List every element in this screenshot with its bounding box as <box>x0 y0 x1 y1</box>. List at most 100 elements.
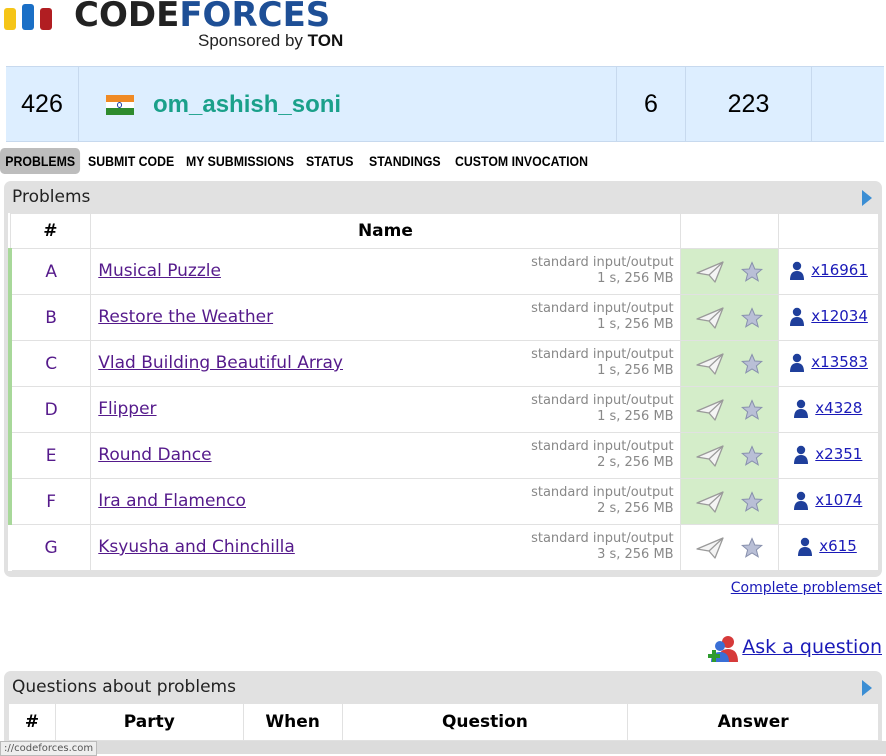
menu-custom-invocation[interactable]: CUSTOM INVOCATION <box>455 148 588 174</box>
problem-io-text: standard input/output <box>531 301 674 316</box>
rank-cell: 426 <box>6 67 79 141</box>
problem-name-cell: Ira and Flamenco standard input/output 2 s… <box>90 478 681 525</box>
problem-name-link[interactable]: Ksyusha and Chinchilla <box>98 537 295 557</box>
problem-name-cell: Restore the Weather standard input/output… <box>90 294 681 341</box>
problem-limits-text: 1 s, 256 MB <box>597 409 674 424</box>
problem-actions-cell <box>679 294 780 341</box>
ask-question-icon[interactable] <box>708 634 740 664</box>
problem-row: E Round Dance standard input/output 2 s, 25… <box>9 432 879 479</box>
questions-panel-title: Questions about problems <box>12 677 236 697</box>
submit-send-icon[interactable] <box>695 353 724 375</box>
problem-solved-cell: x1074 <box>778 478 879 525</box>
problem-limits-text: 1 s, 256 MB <box>597 363 674 378</box>
problem-index-link[interactable]: A <box>45 262 57 282</box>
problem-index-link[interactable]: C <box>45 354 57 374</box>
problem-io-text: standard input/output <box>531 531 674 546</box>
submit-send-icon[interactable] <box>695 537 724 559</box>
problem-row: F Ira and Flamenco standard input/output 2 … <box>9 478 879 525</box>
submit-send-icon[interactable] <box>695 399 724 421</box>
problem-name-cell: Flipper standard input/output 1 s, 256 MB <box>90 386 681 433</box>
problem-name-cell: Round Dance standard input/output 2 s, 256… <box>90 432 681 479</box>
questions-table: # Party When Question Answer <box>8 703 879 741</box>
problem-io-text: standard input/output <box>531 439 674 454</box>
problem-limits: standard input/output 1 s, 256 MB <box>531 255 674 287</box>
user-icon <box>794 399 809 418</box>
expand-arrow-icon[interactable] <box>862 190 872 206</box>
problem-actions-cell <box>679 524 780 571</box>
expand-arrow-icon[interactable] <box>862 680 872 696</box>
problem-io-text: standard input/output <box>531 485 674 500</box>
problem-limits: standard input/output 2 s, 256 MB <box>531 439 674 471</box>
penalty-cell: 223 <box>686 67 812 141</box>
favourite-star-icon[interactable] <box>740 307 763 329</box>
problem-limits: standard input/output 3 s, 256 MB <box>531 531 674 563</box>
problem-solved-cell: x2351 <box>778 432 879 479</box>
problem-name-link[interactable]: Round Dance <box>98 445 211 465</box>
problem-row: G Ksyusha and Chinchilla standard input/ou… <box>9 524 879 571</box>
menu-problems[interactable]: PROBLEMS <box>0 148 81 174</box>
problem-index-link[interactable]: F <box>46 492 56 512</box>
favourite-star-icon[interactable] <box>740 399 763 421</box>
menu-my-submissions[interactable]: MY SUBMISSIONS <box>186 148 294 174</box>
submit-send-icon[interactable] <box>695 307 724 329</box>
india-flag-icon <box>106 95 134 115</box>
problem-limits-text: 3 s, 256 MB <box>597 547 674 562</box>
problem-index-cell: E <box>9 432 92 479</box>
solved-count-link[interactable]: x13583 <box>811 353 868 371</box>
favourite-star-icon[interactable] <box>740 491 763 513</box>
solved-count-link[interactable]: x2351 <box>815 445 862 463</box>
problems-panel: Problems # Name A Musical Puzzle standard … <box>4 181 882 577</box>
ask-question-link[interactable]: Ask a question <box>742 636 882 658</box>
favourite-star-icon[interactable] <box>740 261 763 283</box>
favourite-star-icon[interactable] <box>740 537 763 559</box>
user-icon <box>790 353 805 372</box>
problem-limits-text: 1 s, 256 MB <box>597 317 674 332</box>
favourite-star-icon[interactable] <box>740 353 763 375</box>
column-header-actions <box>679 213 780 249</box>
problem-index-cell: B <box>9 294 92 341</box>
submit-send-icon[interactable] <box>695 261 724 283</box>
user-handle[interactable]: om_ashish_soni <box>153 87 341 123</box>
problem-actions-cell <box>679 386 780 433</box>
problem-name-link[interactable]: Vlad Building Beautiful Array <box>98 353 343 373</box>
menu-standings[interactable]: STANDINGS <box>369 148 441 174</box>
problem-name-link[interactable]: Musical Puzzle <box>98 261 221 281</box>
favourite-star-icon[interactable] <box>740 445 763 467</box>
problem-limits-text: 1 s, 256 MB <box>597 271 674 286</box>
problem-limits: standard input/output 1 s, 256 MB <box>531 347 674 379</box>
problem-index-link[interactable]: B <box>45 308 57 328</box>
menu-status[interactable]: STATUS <box>306 148 353 174</box>
codeforces-logo[interactable]: CODEFORCES Sponsored by TON <box>0 0 380 58</box>
solved-count-link[interactable]: x16961 <box>811 261 868 279</box>
problem-name-cell: Ksyusha and Chinchilla standard input/out… <box>90 524 681 571</box>
problem-solved-cell: x12034 <box>778 294 879 341</box>
problem-index-cell: G <box>9 524 92 571</box>
solved-count-link[interactable]: x4328 <box>815 399 862 417</box>
problem-limits-text: 2 s, 256 MB <box>597 455 674 470</box>
problem-index-link[interactable]: G <box>45 538 58 558</box>
problem-io-text: standard input/output <box>531 393 674 408</box>
solved-count-link[interactable]: x1074 <box>815 491 862 509</box>
problem-index-link[interactable]: E <box>46 446 57 466</box>
complete-problemset-link[interactable]: Complete problemset <box>731 580 882 596</box>
submit-send-icon[interactable] <box>695 445 724 467</box>
problem-index-cell: C <box>9 340 92 387</box>
column-header-party: Party <box>54 703 244 741</box>
user-standings-row: 426 om_ashish_soni 6 223 <box>6 66 884 142</box>
problem-name-link[interactable]: Flipper <box>98 399 156 419</box>
user-icon <box>798 537 813 556</box>
column-header-index: # <box>9 213 92 249</box>
problem-index-link[interactable]: D <box>45 400 58 420</box>
solved-count-link[interactable]: x12034 <box>811 307 868 325</box>
submit-send-icon[interactable] <box>695 491 724 513</box>
menu-submit-code[interactable]: SUBMIT CODE <box>88 148 174 174</box>
questions-header-row: # Party When Question Answer <box>8 703 879 741</box>
problem-name-link[interactable]: Ira and Flamenco <box>98 491 246 511</box>
solved-count-link[interactable]: x615 <box>819 537 857 555</box>
problem-actions-cell <box>679 478 780 525</box>
problem-limits: standard input/output 2 s, 256 MB <box>531 485 674 517</box>
column-header-index: # <box>8 703 56 741</box>
problem-solved-cell: x13583 <box>778 340 879 387</box>
problem-name-link[interactable]: Restore the Weather <box>98 307 273 327</box>
user-icon <box>790 261 805 280</box>
